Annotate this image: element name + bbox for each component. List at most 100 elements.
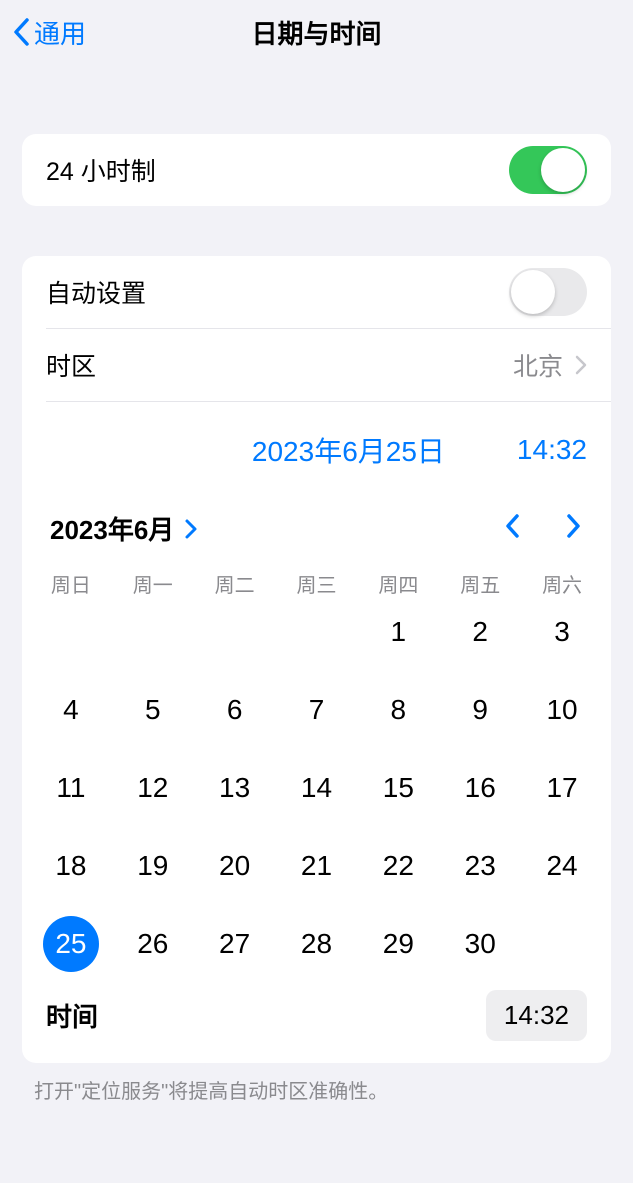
calendar-day[interactable]: 10	[521, 680, 603, 740]
auto-set-toggle[interactable]	[509, 268, 587, 316]
calendar-day-number: 29	[370, 916, 426, 972]
page-title: 日期与时间	[251, 14, 381, 51]
calendar-day-number: 24	[534, 838, 590, 894]
calendar-day-number: 27	[207, 916, 263, 972]
calendar-day[interactable]: 22	[357, 836, 439, 896]
weekday-label: 周五	[439, 569, 521, 598]
calendar-empty-cell	[30, 602, 112, 662]
time-row: 时间 14:32	[22, 982, 611, 1063]
calendar-day[interactable]: 3	[521, 602, 603, 662]
auto-set-row: 自动设置	[22, 256, 611, 328]
calendar-day[interactable]: 29	[357, 914, 439, 974]
calendar-day-number: 12	[125, 760, 181, 816]
calendar-day[interactable]: 11	[30, 758, 112, 818]
calendar-day[interactable]: 4	[30, 680, 112, 740]
weekday-label: 周三	[276, 569, 358, 598]
calendar-day[interactable]: 21	[276, 836, 358, 896]
calendar-day[interactable]: 15	[357, 758, 439, 818]
calendar-day[interactable]: 28	[276, 914, 358, 974]
chevron-right-icon	[184, 518, 198, 540]
selected-date-display[interactable]: 2023年6月25日	[252, 430, 445, 470]
calendar-day[interactable]: 6	[194, 680, 276, 740]
toggle-knob	[541, 148, 585, 192]
calendar-day-number: 3	[534, 604, 590, 660]
calendar-day-number: 8	[370, 682, 426, 738]
toggle-knob	[511, 270, 555, 314]
calendar-day[interactable]: 18	[30, 836, 112, 896]
calendar-day-number: 19	[125, 838, 181, 894]
calendar-day[interactable]: 23	[439, 836, 521, 896]
calendar-day[interactable]: 17	[521, 758, 603, 818]
calendar-month-button[interactable]: 2023年6月	[50, 510, 198, 547]
timezone-value: 北京	[513, 347, 563, 383]
time-format-toggle[interactable]	[509, 146, 587, 194]
calendar-month-label: 2023年6月	[50, 510, 174, 547]
time-format-label: 24 小时制	[46, 152, 156, 188]
back-label: 通用	[34, 14, 86, 51]
calendar-day-number: 17	[534, 760, 590, 816]
weekday-label: 周二	[194, 569, 276, 598]
calendar-empty-cell	[112, 602, 194, 662]
selected-time-display[interactable]: 14:32	[517, 434, 587, 466]
calendar-day[interactable]: 7	[276, 680, 358, 740]
calendar-day-number: 30	[452, 916, 508, 972]
calendar-day-number: 11	[43, 760, 99, 816]
chevron-left-icon	[503, 512, 521, 540]
calendar-day[interactable]: 30	[439, 914, 521, 974]
datetime-summary: 2023年6月25日 14:32	[22, 402, 611, 488]
calendar-day[interactable]: 20	[194, 836, 276, 896]
calendar-prev-button[interactable]	[503, 512, 521, 545]
calendar-day[interactable]: 26	[112, 914, 194, 974]
time-format-row: 24 小时制	[22, 134, 611, 206]
calendar-day[interactable]: 16	[439, 758, 521, 818]
calendar-day-number: 5	[125, 682, 181, 738]
calendar-empty-cell	[194, 602, 276, 662]
calendar-day[interactable]: 8	[357, 680, 439, 740]
calendar-next-button[interactable]	[565, 512, 583, 545]
chevron-right-icon	[575, 355, 587, 375]
calendar-day[interactable]: 9	[439, 680, 521, 740]
calendar-day[interactable]: 12	[112, 758, 194, 818]
calendar-day-number: 22	[370, 838, 426, 894]
calendar-day-number: 2	[452, 604, 508, 660]
calendar-day-number: 25	[43, 916, 99, 972]
calendar-day-number: 6	[207, 682, 263, 738]
calendar-day[interactable]: 5	[112, 680, 194, 740]
footer-note: 打开"定位服务"将提高自动时区准确性。	[0, 1063, 633, 1116]
calendar-day-number: 4	[43, 682, 99, 738]
time-picker[interactable]: 14:32	[486, 990, 587, 1041]
calendar-day[interactable]: 14	[276, 758, 358, 818]
calendar-day-number: 7	[288, 682, 344, 738]
weekday-label: 周四	[357, 569, 439, 598]
time-label: 时间	[46, 997, 98, 1034]
calendar-day-number: 14	[288, 760, 344, 816]
calendar-day-number: 10	[534, 682, 590, 738]
calendar-day-number: 18	[43, 838, 99, 894]
weekday-label: 周一	[112, 569, 194, 598]
calendar-day-number: 16	[452, 760, 508, 816]
calendar-day-number: 9	[452, 682, 508, 738]
timezone-label: 时区	[46, 347, 96, 383]
calendar-day[interactable]: 24	[521, 836, 603, 896]
calendar-day-number: 20	[207, 838, 263, 894]
weekday-label: 周六	[521, 569, 603, 598]
calendar-day-number: 26	[125, 916, 181, 972]
weekday-label: 周日	[30, 569, 112, 598]
calendar-day[interactable]: 2	[439, 602, 521, 662]
calendar-day[interactable]: 19	[112, 836, 194, 896]
calendar-day-number: 13	[207, 760, 263, 816]
calendar-day-number: 23	[452, 838, 508, 894]
calendar-day-number: 28	[288, 916, 344, 972]
calendar-day-number: 21	[288, 838, 344, 894]
timezone-row[interactable]: 时区 北京	[22, 329, 611, 401]
calendar-empty-cell	[276, 602, 358, 662]
calendar-day[interactable]: 27	[194, 914, 276, 974]
calendar-day[interactable]: 1	[357, 602, 439, 662]
calendar-day[interactable]: 13	[194, 758, 276, 818]
calendar-day-number: 1	[370, 604, 426, 660]
chevron-left-icon	[12, 17, 30, 47]
auto-set-label: 自动设置	[46, 274, 146, 310]
back-button[interactable]: 通用	[12, 14, 86, 51]
calendar-day-number: 15	[370, 760, 426, 816]
calendar-day[interactable]: 25	[30, 914, 112, 974]
